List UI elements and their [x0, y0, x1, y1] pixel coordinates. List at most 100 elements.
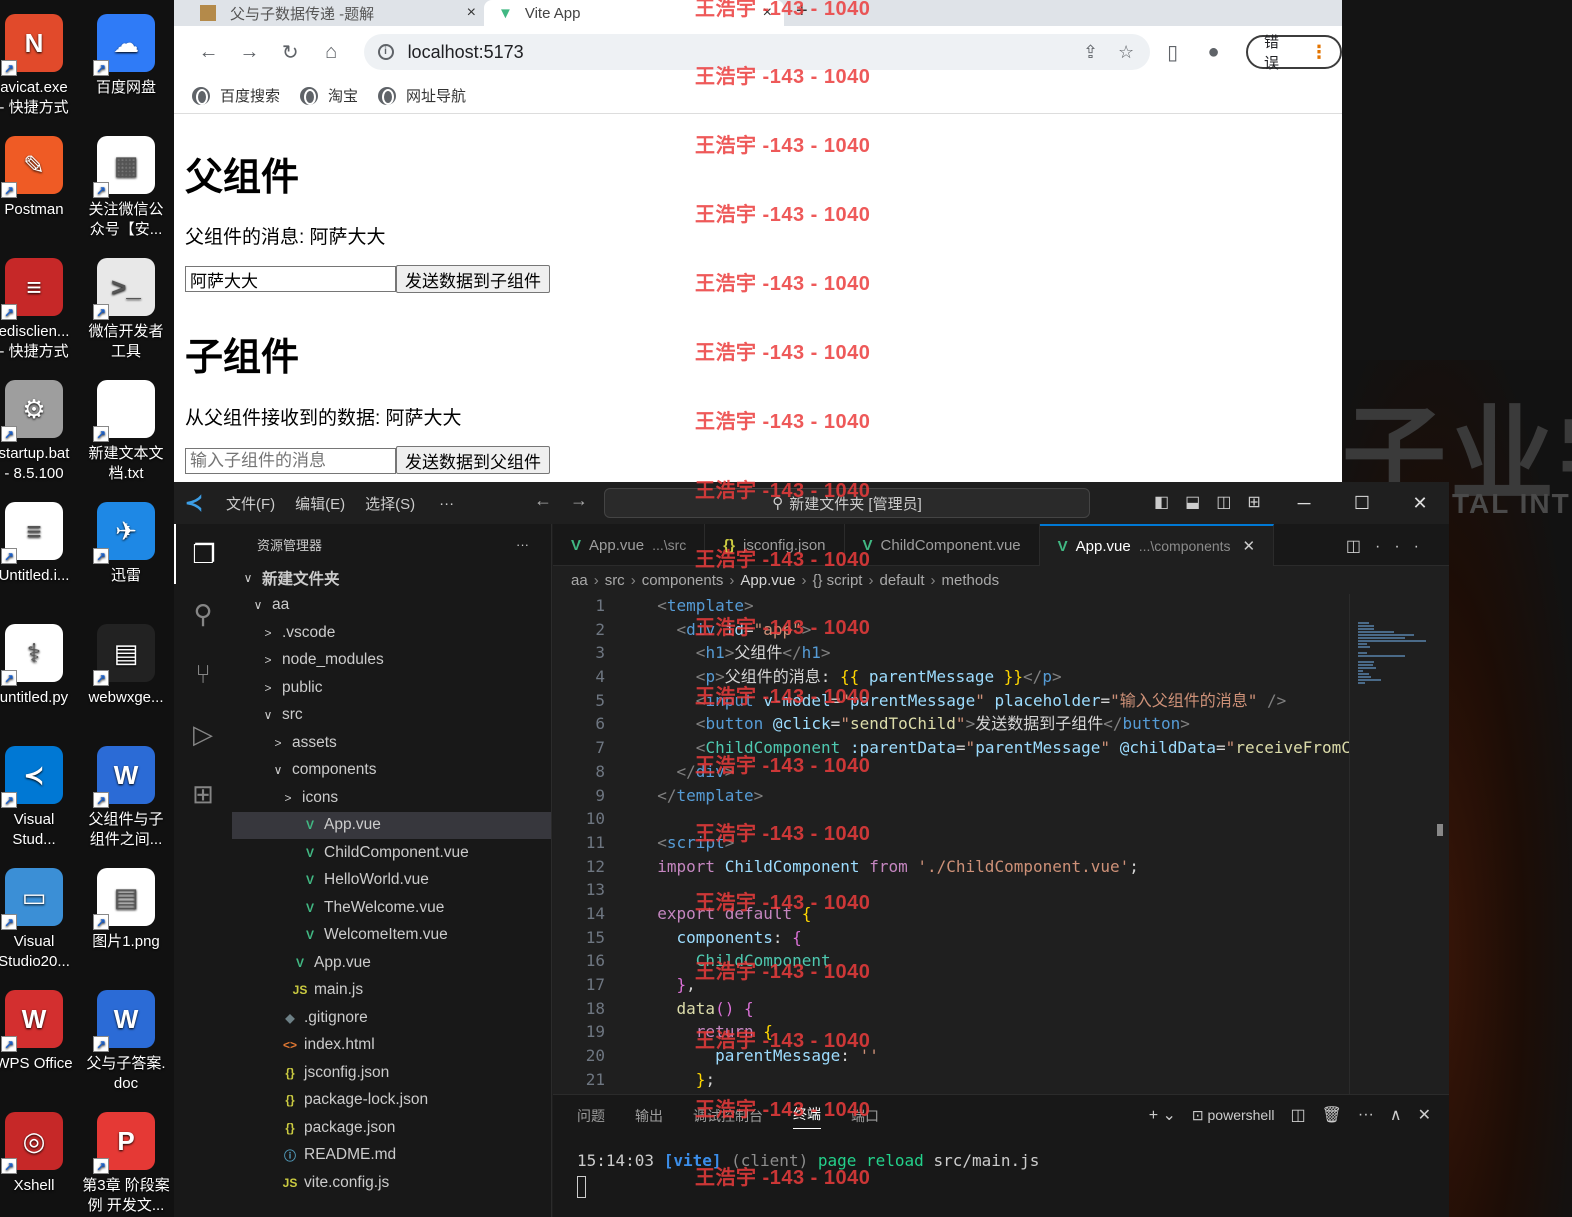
- panel-more-icon[interactable]: ···: [1358, 1106, 1374, 1124]
- new-tab-button[interactable]: +: [796, 0, 808, 23]
- close-tab-icon[interactable]: ✕: [1243, 537, 1256, 555]
- split-terminal-icon[interactable]: ◫: [1290, 1105, 1305, 1125]
- panel-tab[interactable]: 调试控制台: [693, 1106, 763, 1126]
- desktop-icon-answer-doc[interactable]: W ↗ 父与子答案. doc: [82, 976, 170, 1094]
- address-bar[interactable]: i localhost:5173 ⇪ ☆: [363, 34, 1151, 70]
- terminal-shell-selector[interactable]: ⊡ powershell: [1192, 1107, 1275, 1124]
- breadcrumb-item[interactable]: methods: [942, 572, 1000, 589]
- maximize-panel-icon[interactable]: ∧: [1390, 1105, 1402, 1125]
- panel-tab[interactable]: 输出: [635, 1106, 663, 1126]
- desktop-icon-untitled-py[interactable]: ⚕ ↗ untitled.py: [0, 610, 78, 708]
- desktop-icon-word-doc-parent-child[interactable]: W ↗ 父组件与子 组件之间...: [82, 732, 170, 850]
- bookmark-taobao[interactable]: 淘宝: [300, 85, 358, 106]
- tree-item[interactable]: > assets: [232, 729, 551, 757]
- desktop-icon-visual-studio[interactable]: ▭ ↗ Visual Studio20...: [0, 854, 78, 972]
- breadcrumb-item[interactable]: src: [605, 572, 625, 589]
- home-icon[interactable]: ⌂: [313, 33, 350, 71]
- editor-tab[interactable]: V App.vue ...\components ✕: [1039, 524, 1275, 566]
- desktop-icon-baidu-netdisk[interactable]: ☁ ↗ 百度网盘: [82, 0, 170, 98]
- desktop-icon-vscode-shortcut[interactable]: ≺ ↗ Visual Stud...: [0, 732, 78, 850]
- source-control-icon[interactable]: ⑂: [174, 644, 232, 704]
- desktop-icon-wechat-devtools[interactable]: >_ ↗ 微信开发者 工具: [82, 244, 170, 362]
- desktop-icon-xshell[interactable]: ◎ ↗ Xshell: [0, 1098, 78, 1196]
- customize-layout-icon[interactable]: ⊞: [1247, 492, 1260, 512]
- extensions-icon[interactable]: ⊞: [174, 764, 232, 824]
- profile-avatar-icon[interactable]: ●: [1195, 33, 1232, 71]
- panel-tab[interactable]: 终端: [793, 1104, 821, 1129]
- tree-item[interactable]: <> index.html: [232, 1032, 551, 1060]
- desktop-icon-untitled-ipynb[interactable]: ≡ ↗ Untitled.i...: [0, 488, 78, 586]
- tree-item[interactable]: ∨ 新建文件夹: [232, 564, 551, 592]
- desktop-icon-xunlei[interactable]: ✈ ↗ 迅雷: [82, 488, 170, 586]
- tree-item[interactable]: > node_modules: [232, 647, 551, 675]
- toggle-sidebar-icon[interactable]: ◧: [1154, 492, 1169, 512]
- breadcrumb-item[interactable]: {} script: [812, 572, 862, 589]
- editor-tab[interactable]: V App.vue ...\src: [553, 524, 706, 566]
- editor-tab[interactable]: V ChildComponent.vue: [845, 524, 1040, 566]
- back-arrow-icon[interactable]: ←: [190, 33, 227, 71]
- terminal-output[interactable]: 15:14:03 [vite] (client) page reload src…: [553, 1137, 1449, 1212]
- breadcrumb-item[interactable]: App.vue: [740, 572, 795, 589]
- toggle-secondary-sidebar-icon[interactable]: ◫: [1216, 492, 1231, 512]
- menu-more[interactable]: ···: [439, 495, 454, 512]
- tree-item[interactable]: JS main.js: [232, 977, 551, 1005]
- desktop-icon-postman[interactable]: ✎ ↗ Postman: [0, 122, 78, 220]
- tree-item[interactable]: ∨ components: [232, 757, 551, 785]
- tree-item[interactable]: V TheWelcome.vue: [232, 894, 551, 922]
- maximize-icon[interactable]: ☐: [1333, 482, 1391, 524]
- browser-tab-solution[interactable]: 父与子数据传递 -题解 ×: [188, 0, 488, 26]
- tab-close-icon[interactable]: ×: [763, 4, 772, 22]
- explorer-more-icon[interactable]: ···: [516, 537, 529, 552]
- breadcrumb-item[interactable]: default: [879, 572, 924, 589]
- kill-terminal-icon[interactable]: 🗑: [1322, 1105, 1342, 1125]
- share-icon[interactable]: ⇪: [1083, 42, 1098, 63]
- editor-tab[interactable]: {} jsconfig.json: [705, 524, 845, 566]
- url-text[interactable]: localhost:5173: [408, 42, 524, 63]
- close-window-icon[interactable]: ✕: [1391, 482, 1449, 524]
- search-icon[interactable]: ⚲: [174, 584, 232, 644]
- tree-item[interactable]: {} jsconfig.json: [232, 1059, 551, 1087]
- bookmark-star-icon[interactable]: ☆: [1118, 42, 1134, 63]
- bookmark-baidu[interactable]: 百度搜索: [192, 85, 280, 106]
- command-center[interactable]: ⚲ 新建文件夹 [管理员]: [604, 488, 1090, 518]
- toggle-panel-icon[interactable]: ⬓: [1185, 492, 1200, 512]
- panel-tab[interactable]: 端口: [851, 1106, 879, 1126]
- tree-item[interactable]: > icons: [232, 784, 551, 812]
- menu-file[interactable]: 文件(F): [226, 493, 275, 514]
- minimize-icon[interactable]: ─: [1275, 482, 1333, 524]
- desktop-icon-startup-bat[interactable]: ⚙ ↗ startup.bat - 8.5.100: [0, 366, 78, 484]
- split-editor-icon[interactable]: ◫: [1346, 538, 1375, 555]
- side-panel-icon[interactable]: ▯: [1154, 33, 1191, 71]
- tree-item[interactable]: ∨ src: [232, 702, 551, 730]
- tree-item[interactable]: V HelloWorld.vue: [232, 867, 551, 895]
- bookmark-nav[interactable]: 网址导航: [378, 85, 466, 106]
- tree-item[interactable]: V App.vue: [232, 811, 551, 839]
- parent-message-input[interactable]: [185, 266, 396, 292]
- editor-more-icon[interactable]: ···: [1375, 538, 1433, 555]
- breadcrumb-item[interactable]: components: [642, 572, 724, 589]
- send-to-parent-button[interactable]: 发送数据到父组件: [396, 446, 550, 474]
- tree-item[interactable]: ⓘ README.md: [232, 1142, 551, 1170]
- tree-item[interactable]: ◆ .gitignore: [232, 1004, 551, 1032]
- breadcrumb-item[interactable]: aa: [571, 572, 588, 589]
- desktop-icon-new-text-doc[interactable]: ↗ 新建文本文 档.txt: [82, 366, 170, 484]
- tree-item[interactable]: {} package-lock.json: [232, 1087, 551, 1115]
- site-info-icon[interactable]: i: [377, 44, 394, 60]
- run-debug-icon[interactable]: ▷: [174, 704, 232, 764]
- close-panel-icon[interactable]: ✕: [1418, 1105, 1431, 1125]
- menu-selection[interactable]: 选择(S): [365, 493, 415, 514]
- nav-arrows[interactable]: ←→: [534, 490, 606, 511]
- desktop-icon-chapter3-pdf[interactable]: P ↗ 第3章 阶段案 例 开发文...: [82, 1098, 170, 1216]
- reload-icon[interactable]: ↻: [272, 33, 309, 71]
- panel-tab[interactable]: 问题: [577, 1106, 605, 1126]
- tree-item[interactable]: JS vite.config.js: [232, 1169, 551, 1197]
- desktop-icon-navicat[interactable]: N↗avicat.exe - 快捷方式: [0, 0, 78, 118]
- send-to-child-button[interactable]: 发送数据到子组件: [396, 265, 550, 293]
- minimap[interactable]: [1349, 594, 1449, 1094]
- tree-item[interactable]: ∨ aa: [232, 592, 551, 620]
- tree-item[interactable]: V ChildComponent.vue: [232, 839, 551, 867]
- desktop-icon-redis-client[interactable]: ≡↗edisclien... - 快捷方式: [0, 244, 78, 362]
- code-editor[interactable]: 1 <template> 2 <div id="app"> 3 <h1>父组件</h…: [553, 594, 1349, 1094]
- desktop-icon-wechat-qr[interactable]: ▦ ↗ 关注微信公 众号【安...: [82, 122, 170, 240]
- tree-item[interactable]: {} package.json: [232, 1114, 551, 1142]
